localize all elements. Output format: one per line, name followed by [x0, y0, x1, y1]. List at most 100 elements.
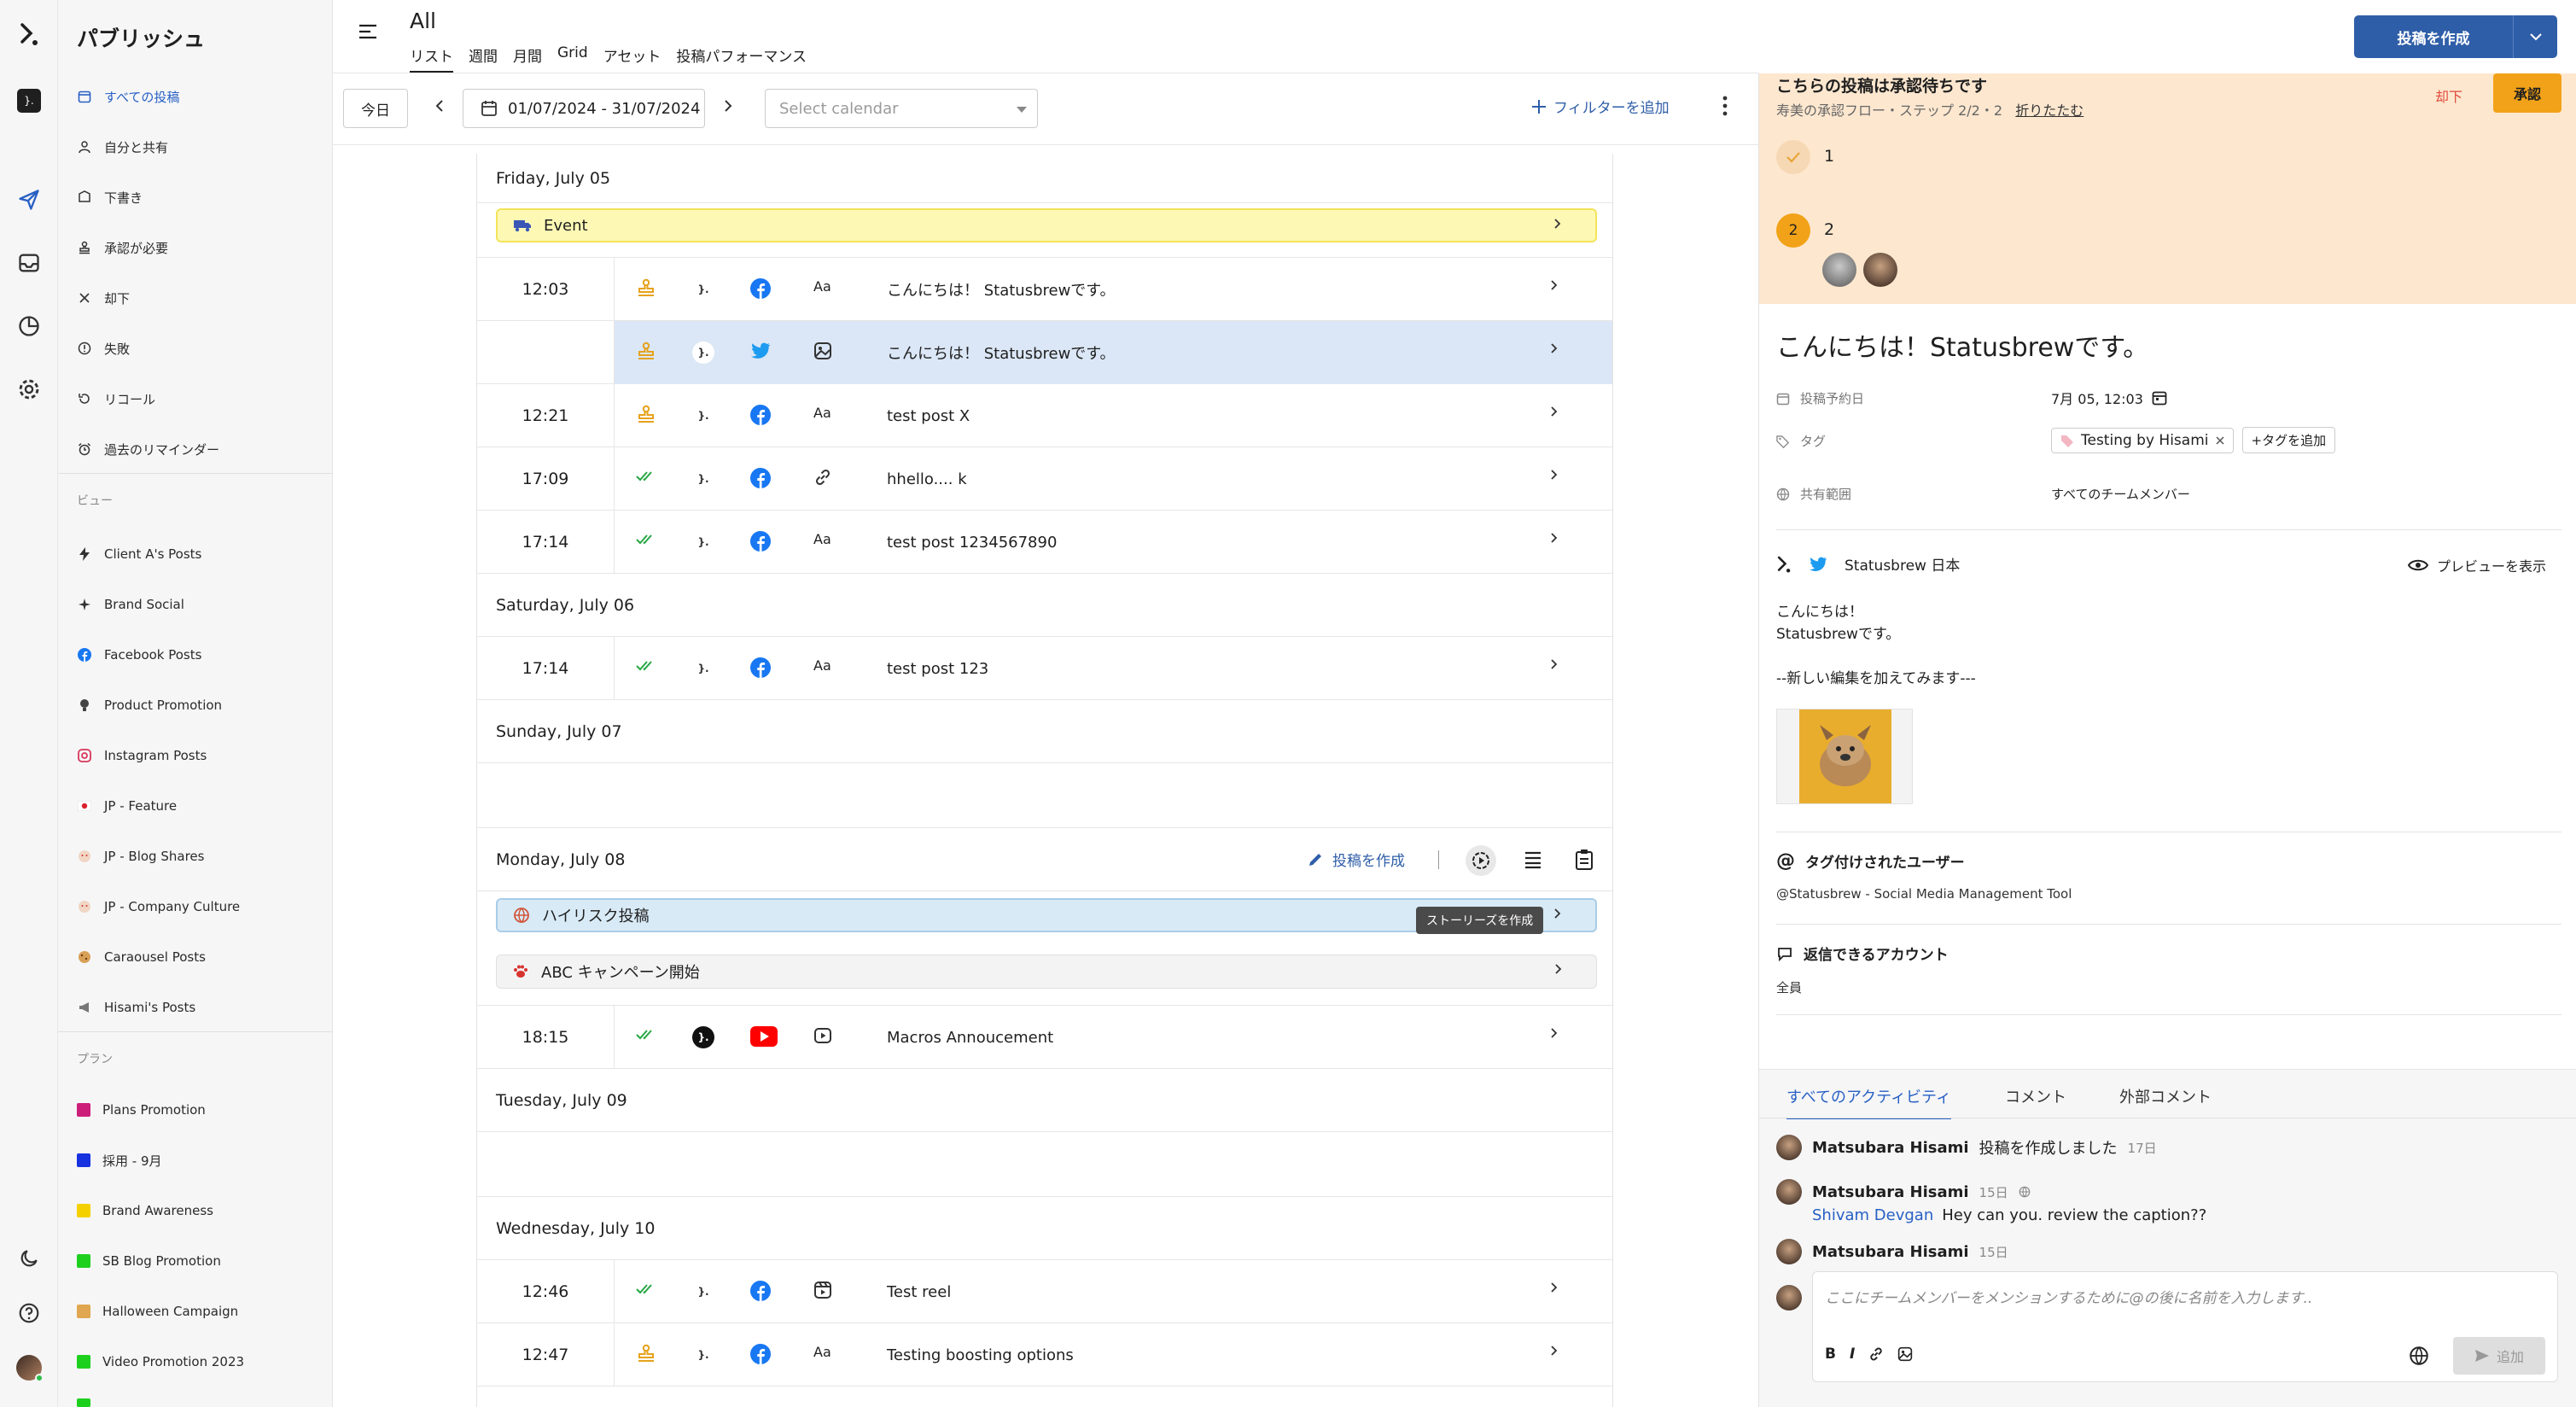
today-button[interactable]: 今日 [343, 89, 408, 128]
mention-link[interactable]: Shivam Devgan [1812, 1206, 1933, 1224]
collapse-link[interactable]: 折りたたむ [2015, 102, 2084, 119]
dark-mode-moon-icon[interactable] [12, 1241, 46, 1276]
post-time: 17:14 [522, 533, 569, 552]
post-row[interactable]: 17:14 }. Aa test post 123 [477, 637, 1612, 700]
add-tag-button[interactable]: +タグを追加 [2241, 427, 2336, 453]
plan-item-halloween-campaign[interactable]: Halloween Campaign [77, 1299, 324, 1324]
eye-icon [2408, 558, 2428, 572]
chevron-down-icon[interactable] [2514, 32, 2557, 41]
tab-list[interactable]: リスト [410, 44, 453, 73]
approve-button[interactable]: 承認 [2493, 73, 2561, 113]
view-item-brand-social[interactable]: Brand Social [77, 592, 324, 617]
view-item-product-promotion[interactable]: Product Promotion [77, 692, 324, 718]
plan-item-hiring-sept[interactable]: 採用 - 9月 [77, 1147, 324, 1173]
sidebar-item-drafts[interactable]: 下書き [77, 184, 324, 210]
sidebar-item-past-reminders[interactable]: 過去のリマインダー [77, 436, 324, 462]
tab-comments[interactable]: コメント [2005, 1085, 2066, 1107]
plan-item-video-promotion-2023[interactable]: Video Promotion 2023 [77, 1349, 324, 1375]
sidebar-item-all-posts[interactable]: すべての投稿 [77, 84, 324, 109]
post-row[interactable]: 12:47 }. Aa Testing boosting options [477, 1323, 1612, 1387]
day-header-mon: Monday, July 08 投稿を作成 [477, 828, 1612, 891]
day-create-post-button[interactable]: 投稿を作成 [1307, 849, 1405, 870]
view-item-carousel-posts[interactable]: Caraousel Posts [77, 944, 324, 970]
post-row[interactable]: 12:03 }. Aa こんにちは！ Statusbrewです。 [477, 258, 1612, 321]
comment-input[interactable]: ここにチームメンバーをメンションするために@の後に名前を入力します.. [1825, 1286, 2312, 1307]
clipboard-icon[interactable] [1575, 849, 1594, 871]
italic-icon[interactable]: I [1850, 1346, 1855, 1363]
help-icon[interactable] [12, 1296, 46, 1330]
image-icon[interactable] [1897, 1346, 1913, 1362]
plan-item-brand-awareness[interactable]: Brand Awareness [77, 1198, 324, 1223]
reject-button[interactable]: 却下 [2435, 85, 2462, 106]
link-icon[interactable] [1868, 1346, 1884, 1362]
more-vertical-icon[interactable] [1722, 96, 1728, 116]
post-row[interactable]: 17:09 }. hhello.... k [477, 447, 1612, 511]
statusbrew-logo-icon[interactable] [12, 17, 46, 51]
visibility-globe-icon[interactable] [2409, 1346, 2429, 1366]
share-label-text: 共有範囲 [1800, 487, 1852, 502]
tab-assets[interactable]: アセット [603, 44, 661, 73]
account-row: Statusbrew 日本 [1776, 553, 1960, 575]
reply-accounts-value: 全員 [1776, 980, 1803, 995]
sidebar-item-rejected[interactable]: 却下 [77, 285, 324, 311]
create-story-button[interactable] [1466, 845, 1496, 876]
post-body-line: こんにちは！ [1776, 604, 1863, 621]
view-item-jp-blog-shares[interactable]: JP - Blog Shares [77, 844, 324, 869]
post-time: 12:03 [522, 280, 569, 299]
tab-all-activity[interactable]: すべてのアクティビティ [1786, 1085, 1951, 1119]
sidebar-item-shared-with-me[interactable]: 自分と共有 [77, 134, 324, 160]
approval-flow-text: 寿美の承認フロー・ステップ 2/2・2 [1776, 102, 2003, 119]
workspace-avatar-icon[interactable]: }. [12, 84, 46, 118]
post-row[interactable]: }. こんにちは！ Statusbrewです。 [477, 321, 1612, 384]
menu-toggle-icon[interactable] [358, 24, 377, 39]
divider [58, 1031, 333, 1032]
view-item-client-a[interactable]: Client A's Posts [77, 541, 324, 567]
send-comment-button[interactable]: 追加 [2453, 1337, 2545, 1375]
day-label: Monday, July 08 [496, 849, 626, 869]
tag-chip[interactable]: Testing by Hisami [2051, 427, 2234, 453]
post-row[interactable]: 12:21 }. Aa test post X [477, 384, 1612, 447]
date-range-picker[interactable]: 01/07/2024 - 31/07/2024 [463, 89, 705, 128]
abc-campaign-chip[interactable]: ABC キャンペーン開始 [496, 955, 1597, 989]
tab-post-performance[interactable]: 投稿パフォーマンス [676, 44, 807, 73]
schedule-value[interactable]: 7月 05, 12:03 [2051, 388, 2167, 408]
tab-week[interactable]: 週間 [469, 44, 498, 73]
inbox-icon[interactable] [12, 246, 46, 280]
calendar-select[interactable]: Select calendar [765, 89, 1038, 128]
tab-external-comments[interactable]: 外部コメント [2119, 1085, 2212, 1107]
view-item-jp-company-culture[interactable]: JP - Company Culture [77, 894, 324, 920]
plan-item-sb-blog-promotion[interactable]: SB Blog Promotion [77, 1248, 324, 1274]
post-row[interactable]: 12:46 }. Test reel [477, 1260, 1612, 1323]
account-name: Statusbrew 日本 [1845, 558, 1961, 575]
tab-month[interactable]: 月間 [513, 44, 542, 73]
share-value[interactable]: すべてのチームメンバー [2051, 485, 2190, 503]
bold-icon[interactable]: B [1825, 1346, 1836, 1363]
settings-gear-icon[interactable] [12, 372, 46, 406]
view-item-instagram-posts[interactable]: Instagram Posts [77, 743, 324, 768]
create-post-button[interactable]: 投稿を作成 [2354, 15, 2557, 58]
tab-grid[interactable]: Grid [557, 44, 588, 73]
chevron-left-icon[interactable] [435, 99, 444, 113]
plan-item-plans-promotion[interactable]: Plans Promotion [77, 1097, 324, 1123]
post-title: こんにちは！Statusbrewです。 [1776, 333, 2149, 363]
close-icon[interactable] [2215, 435, 2224, 445]
view-item-hisami-posts[interactable]: Hisami's Posts [77, 995, 324, 1020]
chevron-right-icon [1554, 963, 1562, 975]
sidebar-item-recall[interactable]: リコール [77, 386, 324, 412]
event-chip[interactable]: Event [496, 208, 1597, 242]
post-row[interactable]: 17:14 }. Aa test post 1234567890 [477, 511, 1612, 574]
preview-button[interactable]: プレビューを表示 [2408, 555, 2546, 575]
view-item-facebook-posts[interactable]: Facebook Posts [77, 642, 324, 668]
post-image-thumbnail[interactable] [1776, 709, 1913, 804]
sidebar-item-failed[interactable]: 失敗 [77, 336, 324, 361]
publish-send-icon[interactable] [12, 183, 46, 217]
post-row[interactable]: 18:15 }. Macros Annoucement [477, 1006, 1612, 1069]
list-view-icon[interactable] [1524, 850, 1542, 869]
chevron-right-icon[interactable] [724, 99, 732, 113]
view-item-jp-feature[interactable]: JP - Feature [77, 793, 324, 819]
comment-composer[interactable]: ここにチームメンバーをメンションするために@の後に名前を入力します.. B I … [1812, 1271, 2558, 1382]
add-filter-button[interactable]: フィルターを追加 [1531, 96, 1670, 117]
sidebar-item-needs-approval[interactable]: 承認が必要 [77, 235, 324, 260]
user-avatar[interactable] [12, 1351, 46, 1385]
analytics-pie-icon[interactable] [12, 309, 46, 343]
